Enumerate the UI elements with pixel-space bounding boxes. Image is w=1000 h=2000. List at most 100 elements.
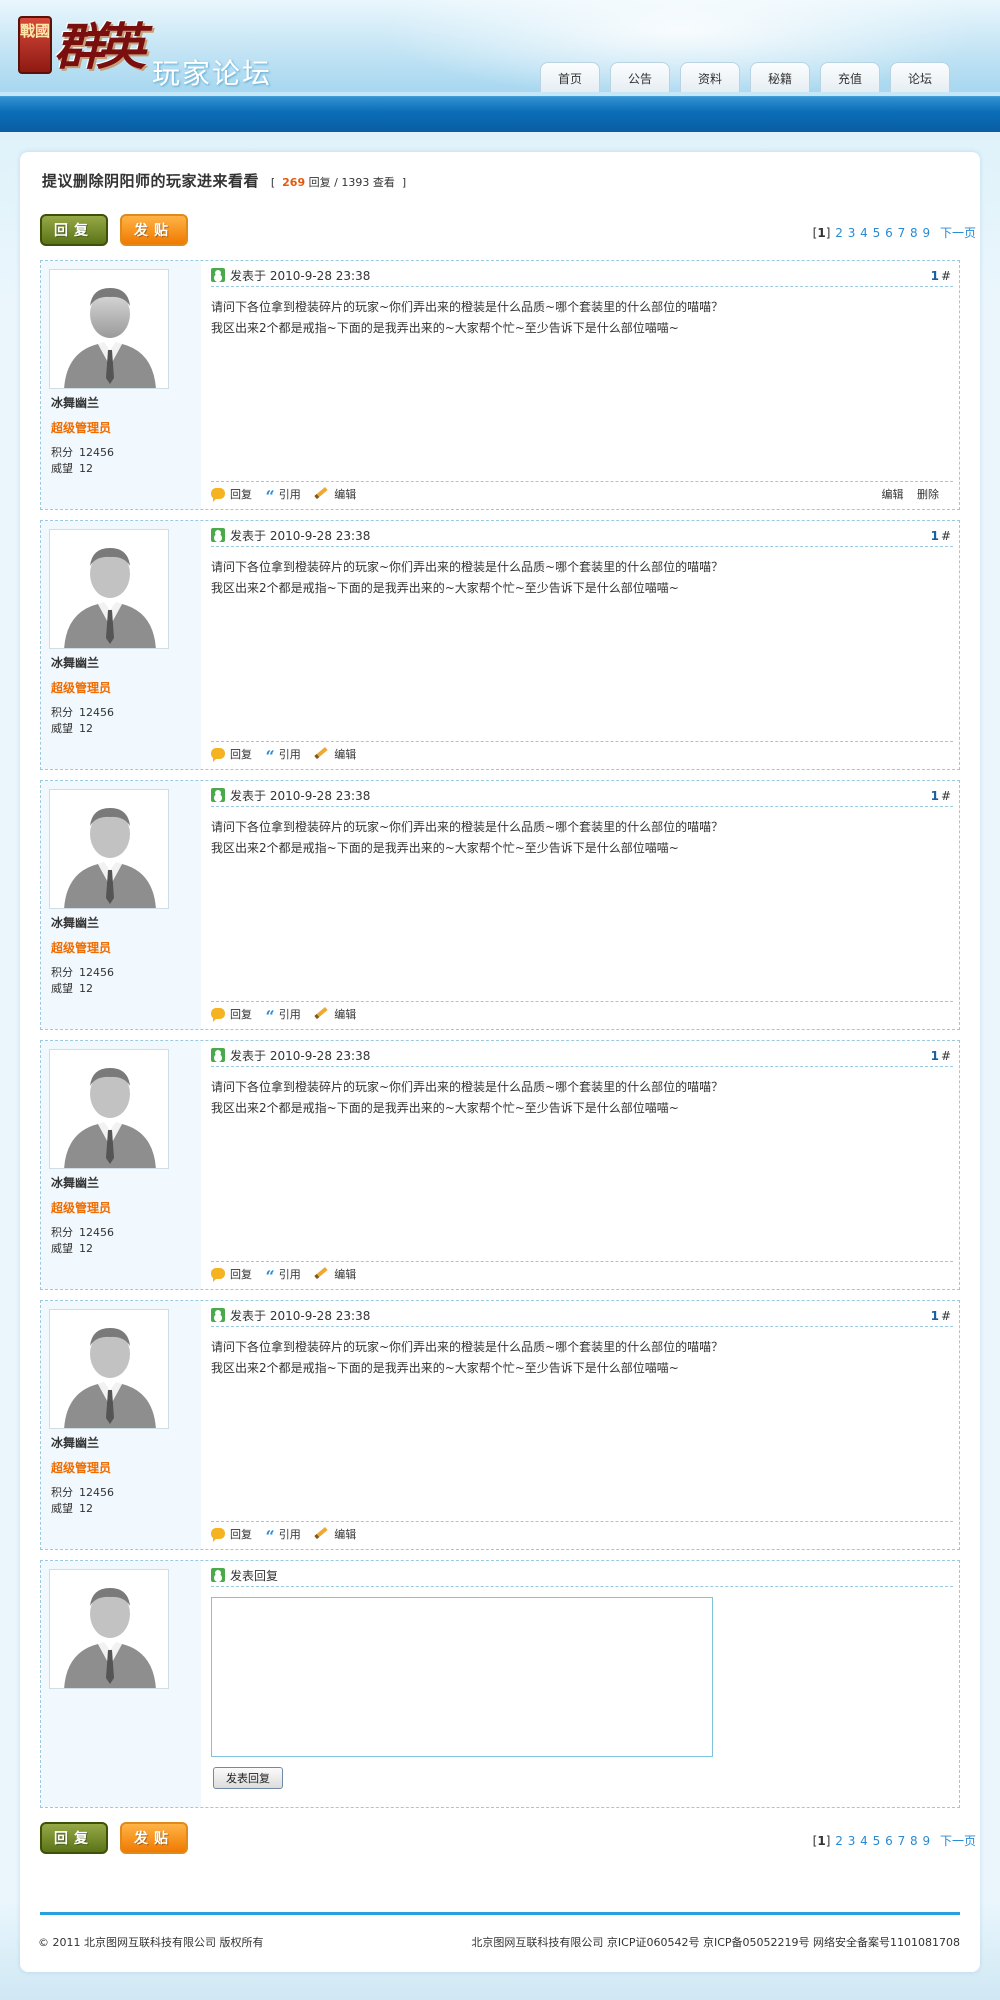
post-header: 发表于 2010-9-28 23:38 1 # bbox=[211, 265, 953, 287]
page-link[interactable]: 7 bbox=[898, 1834, 906, 1848]
post-content: 请问下各位拿到橙装碎片的玩家~你们弄出来的橙装是什么品质~哪个套装里的什么部位的… bbox=[211, 820, 724, 855]
edit-action[interactable]: 编辑 bbox=[314, 1002, 356, 1028]
floor-number[interactable]: 1 # bbox=[931, 1305, 951, 1327]
quote-action[interactable]: “引用 bbox=[266, 1262, 301, 1288]
post-actions: 回复 “引用 编辑 bbox=[211, 741, 953, 767]
post-header: 发表于 2010-9-28 23:38 1 # bbox=[211, 1045, 953, 1067]
new-post-button-top[interactable]: 发贴 bbox=[120, 214, 188, 246]
floor-number[interactable]: 1 # bbox=[931, 525, 951, 547]
author-points: 积分 12456 bbox=[51, 706, 114, 719]
reply-count: 269 bbox=[282, 176, 306, 189]
post-time: 2010-9-28 23:38 bbox=[269, 789, 371, 803]
nav-guides[interactable]: 秘籍 bbox=[750, 62, 810, 92]
reply-bubble-icon bbox=[211, 1268, 225, 1282]
page-link[interactable]: 6 bbox=[885, 1834, 893, 1848]
post-item: 冰舞幽兰 超级管理员 积分 12456 威望 12 发表于 2010-9-28 23… bbox=[40, 780, 960, 1030]
author-name[interactable]: 冰舞幽兰 bbox=[51, 394, 99, 411]
author-role: 超级管理员 bbox=[51, 1201, 112, 1215]
avatar[interactable] bbox=[49, 789, 169, 909]
reply-action[interactable]: 回复 bbox=[211, 742, 252, 768]
post-header: 发表于 2010-9-28 23:38 1 # bbox=[211, 1305, 953, 1327]
reply-action[interactable]: 回复 bbox=[211, 1522, 252, 1548]
reply-action[interactable]: 回复 bbox=[211, 482, 252, 508]
nav-resources[interactable]: 资料 bbox=[680, 62, 740, 92]
thread-panel: 提议删除阴阳师的玩家进来看看 [ 269 回复 / 1393 查看 ] 回复 发… bbox=[20, 152, 980, 1972]
avatar[interactable] bbox=[49, 269, 169, 389]
next-page-link[interactable]: 下一页 bbox=[940, 226, 976, 240]
page-link[interactable]: 2 bbox=[835, 1834, 843, 1848]
page-current: 1 bbox=[817, 226, 826, 240]
quote-action[interactable]: “引用 bbox=[266, 742, 301, 768]
footer-divider bbox=[40, 1912, 960, 1915]
submit-reply-button[interactable]: 发表回复 bbox=[213, 1767, 283, 1789]
new-post-button-bottom[interactable]: 发贴 bbox=[120, 1822, 188, 1854]
post-actions: 回复 “引用 编辑 bbox=[211, 1261, 953, 1287]
next-page-link[interactable]: 下一页 bbox=[940, 1834, 976, 1848]
page-link[interactable]: 4 bbox=[860, 1834, 868, 1848]
avatar[interactable] bbox=[49, 529, 169, 649]
admin-delete-link[interactable]: 删除 bbox=[917, 488, 939, 501]
author-role: 超级管理员 bbox=[51, 421, 112, 435]
author-name[interactable]: 冰舞幽兰 bbox=[51, 1174, 99, 1191]
reply-form: 发表回复 发表回复 bbox=[40, 1560, 960, 1808]
floor-number[interactable]: 1 # bbox=[931, 265, 951, 287]
post-header: 发表于 2010-9-28 23:38 1 # bbox=[211, 525, 953, 547]
edit-action[interactable]: 编辑 bbox=[314, 1262, 356, 1288]
header-bar bbox=[0, 92, 1000, 132]
reply-button-bottom[interactable]: 回复 bbox=[40, 1822, 108, 1854]
page-link[interactable]: 3 bbox=[848, 1834, 856, 1848]
author-points: 积分 12456 bbox=[51, 1486, 114, 1499]
user-icon bbox=[211, 528, 225, 542]
reply-action[interactable]: 回复 bbox=[211, 1002, 252, 1028]
edit-action[interactable]: 编辑 bbox=[314, 1522, 356, 1548]
quote-action[interactable]: “引用 bbox=[266, 1002, 301, 1028]
quote-action[interactable]: “引用 bbox=[266, 482, 301, 508]
post-item: 冰舞幽兰 超级管理员 积分 12456 威望 12 发表于 2010-9-28 23… bbox=[40, 1300, 960, 1550]
quote-icon: “ bbox=[265, 1267, 275, 1286]
reply-button-top[interactable]: 回复 bbox=[40, 214, 108, 246]
page-link[interactable]: 2 bbox=[835, 226, 843, 240]
page-link[interactable]: 6 bbox=[885, 226, 893, 240]
pencil-icon bbox=[314, 1266, 328, 1280]
reply-textarea[interactable] bbox=[211, 1597, 713, 1757]
nav-announcements[interactable]: 公告 bbox=[610, 62, 670, 92]
reply-form-label: 发表回复 bbox=[230, 1569, 279, 1583]
view-count: 1393 bbox=[341, 176, 370, 189]
pagination-bottom: [1] 2 3 4 5 6 7 8 9 下一页 bbox=[812, 1834, 976, 1848]
avatar[interactable] bbox=[49, 1049, 169, 1169]
author-name[interactable]: 冰舞幽兰 bbox=[51, 654, 99, 671]
floor-number[interactable]: 1 # bbox=[931, 1045, 951, 1067]
quote-action[interactable]: “引用 bbox=[266, 1522, 301, 1548]
page-link[interactable]: 3 bbox=[848, 226, 856, 240]
post-time: 2010-9-28 23:38 bbox=[269, 269, 371, 283]
quote-icon: “ bbox=[265, 1007, 275, 1026]
page-link[interactable]: 5 bbox=[873, 226, 881, 240]
edit-action[interactable]: 编辑 bbox=[314, 482, 356, 508]
page-link[interactable]: 8 bbox=[910, 1834, 918, 1848]
pencil-icon bbox=[314, 1526, 328, 1540]
post-header: 发表于 2010-9-28 23:38 1 # bbox=[211, 785, 953, 807]
page-link[interactable]: 4 bbox=[860, 226, 868, 240]
author-name[interactable]: 冰舞幽兰 bbox=[51, 914, 99, 931]
avatar[interactable] bbox=[49, 1309, 169, 1429]
site-logo[interactable]: 戰國 群英 玩家论坛 bbox=[18, 14, 288, 94]
nav-forum[interactable]: 论坛 bbox=[890, 62, 950, 92]
reply-bubble-icon bbox=[211, 748, 225, 762]
pencil-icon bbox=[314, 486, 328, 500]
page-link[interactable]: 9 bbox=[923, 1834, 931, 1848]
page-link[interactable]: 7 bbox=[898, 226, 906, 240]
footer-licenses: 北京图网互联科技有限公司 京ICP证060542号 京ICP备05052219号… bbox=[471, 1936, 960, 1949]
page-link[interactable]: 8 bbox=[910, 226, 918, 240]
nav-recharge[interactable]: 充值 bbox=[820, 62, 880, 92]
reply-action[interactable]: 回复 bbox=[211, 1262, 252, 1288]
post-actions: 回复 “引用 编辑 编辑 删除 bbox=[211, 481, 953, 507]
admin-edit-link[interactable]: 编辑 bbox=[882, 488, 904, 501]
nav-home[interactable]: 首页 bbox=[540, 62, 600, 92]
post-time: 2010-9-28 23:38 bbox=[269, 529, 371, 543]
floor-number[interactable]: 1 # bbox=[931, 785, 951, 807]
edit-action[interactable]: 编辑 bbox=[314, 742, 356, 768]
page-link[interactable]: 9 bbox=[923, 226, 931, 240]
author-name[interactable]: 冰舞幽兰 bbox=[51, 1434, 99, 1451]
page-link[interactable]: 5 bbox=[873, 1834, 881, 1848]
topic-header: 提议删除阴阳师的玩家进来看看 [ 269 回复 / 1393 查看 ] bbox=[42, 170, 406, 194]
